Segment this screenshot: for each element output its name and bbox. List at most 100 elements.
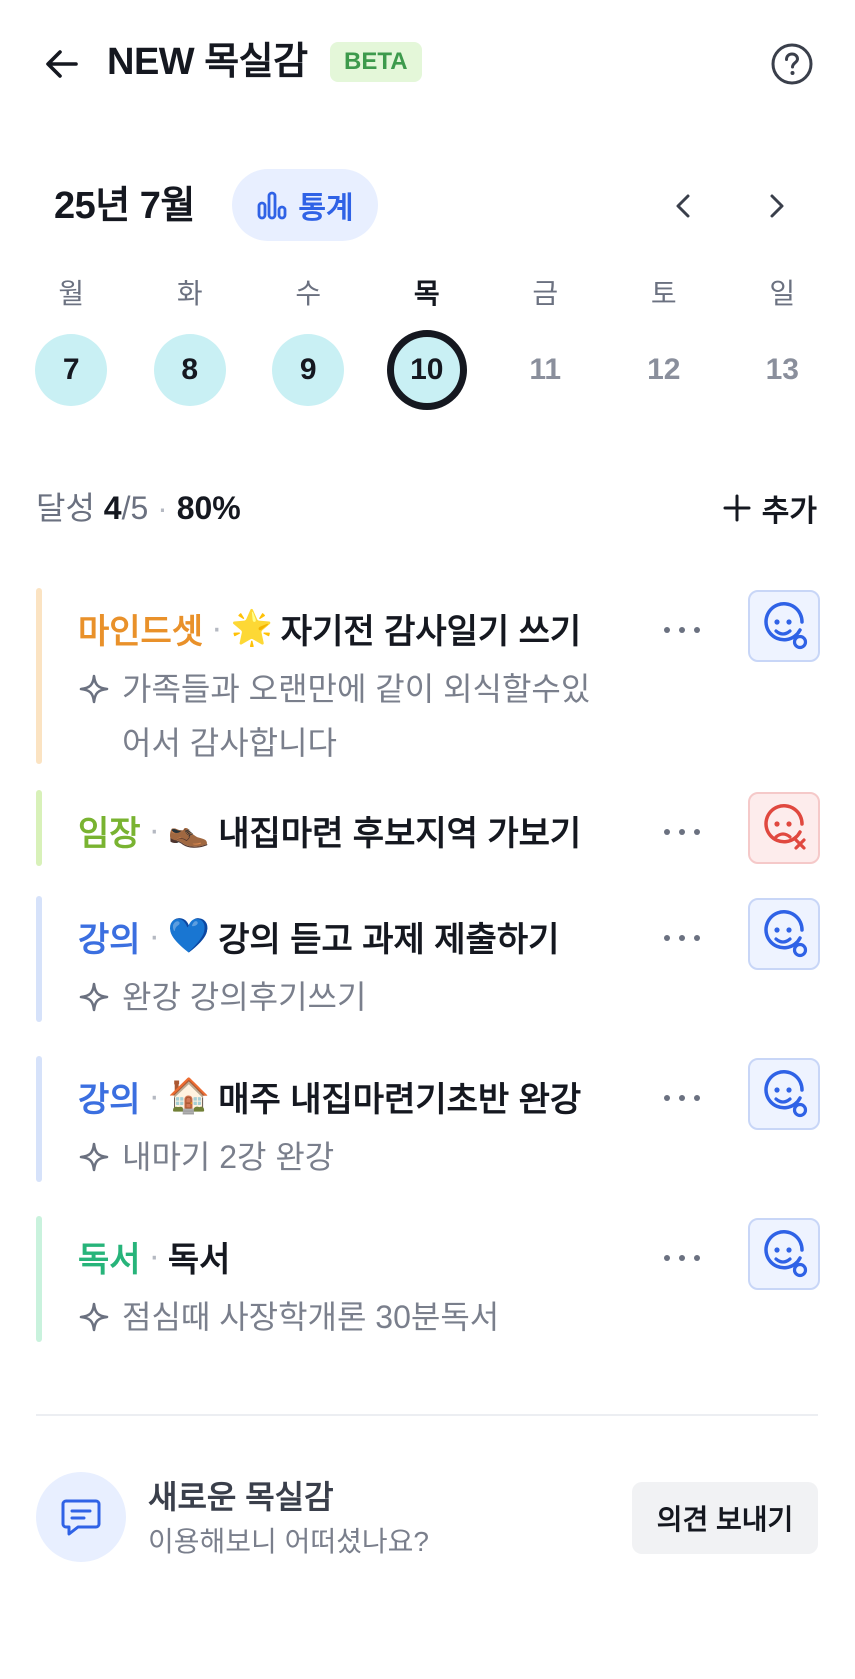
habit-category: 임장 <box>78 814 141 853</box>
weekday-row: 월 화 수 목 금 토 일 <box>12 270 842 318</box>
date-cell[interactable]: 7 <box>35 334 108 406</box>
habit-note-text: 내마기 2강 완강 <box>122 1139 335 1175</box>
habit-status-button[interactable] <box>748 792 820 864</box>
smile-check-icon <box>764 910 808 958</box>
back-button[interactable] <box>38 40 86 88</box>
habit-emoji: 🏠 <box>167 1077 211 1115</box>
habit-emoji: 💙 <box>167 917 211 955</box>
weekday-label: 일 <box>769 278 796 309</box>
separator-dot: · <box>148 916 160 955</box>
habit-item[interactable]: 마인드셋 · 🌟 자기전 감사일기 쓰기 가족들과 오랜만에 같이 외식할수있어서 감… <box>36 588 820 764</box>
feedback-icon-circle <box>36 1472 126 1562</box>
more-horizontal-icon <box>664 627 700 633</box>
date-row: 7 8 9 10 11 12 13 <box>12 330 842 410</box>
habit-note-text: 가족들과 오랜만에 같이 외식할수있어서 감사합니다 <box>122 671 591 761</box>
smile-check-icon <box>764 1230 808 1278</box>
habit-note: 점심때 사장학개론 30분독서 <box>78 1290 618 1344</box>
habit-category: 마인드셋 <box>78 612 204 651</box>
habit-note: 내마기 2강 완강 <box>78 1130 618 1184</box>
habit-color-bar <box>36 588 42 764</box>
achievement-summary: 달성 4/5 · 80% <box>36 488 241 528</box>
habit-color-bar <box>36 1216 42 1342</box>
habit-status-button[interactable] <box>748 1058 820 1130</box>
feedback-subtitle: 이용해보니 어떠셨나요? <box>148 1526 429 1557</box>
habit-status-button[interactable] <box>748 590 820 662</box>
habit-color-bar <box>36 1056 42 1182</box>
habit-emoji: 🌟 <box>230 609 273 647</box>
habit-item[interactable]: 강의 · 💙 강의 듣고 과제 제출하기 완강 강의후기쓰기 <box>36 896 820 1024</box>
date-cell[interactable]: 9 <box>272 334 345 406</box>
habit-note: 가족들과 오랜만에 같이 외식할수있어서 감사합니다 <box>78 662 618 770</box>
achievement-total: 5 <box>130 490 149 526</box>
achievement-label: 달성 <box>36 490 95 526</box>
separator-dot: · <box>148 1076 160 1115</box>
chevron-left-icon <box>676 194 690 218</box>
habit-status-button[interactable] <box>748 1218 820 1290</box>
habit-note-text: 점심때 사장학개론 30분독서 <box>122 1299 500 1335</box>
bar-chart-icon <box>257 191 287 220</box>
habit-note: 완강 강의후기쓰기 <box>78 970 618 1024</box>
stats-button[interactable]: 통계 <box>232 169 378 241</box>
habit-header: 마인드셋 · 🌟 자기전 감사일기 쓰기 <box>78 604 581 652</box>
separator-dot: · <box>211 608 223 647</box>
habit-category: 강의 <box>78 920 141 959</box>
next-week-button[interactable] <box>752 182 800 230</box>
sparkle-icon <box>78 1290 122 1344</box>
habit-item[interactable]: 강의 · 🏠 매주 내집마련기초반 완강 내마기 2강 완강 <box>36 1056 820 1184</box>
prev-week-button[interactable] <box>660 182 708 230</box>
send-feedback-button[interactable]: 의견 보내기 <box>632 1482 818 1554</box>
achievement-dot: · <box>157 490 168 526</box>
habit-title: 강의 듣고 과제 제출하기 <box>218 920 560 959</box>
question-circle-icon <box>771 43 813 85</box>
date-cell[interactable]: 13 <box>746 334 818 406</box>
sparkle-icon <box>78 662 122 716</box>
stats-label: 통계 <box>298 192 354 225</box>
add-habit-button[interactable]: 추가 <box>722 484 817 532</box>
plus-icon <box>723 494 751 522</box>
weekday-label-active: 목 <box>413 278 440 309</box>
more-options-button[interactable] <box>658 1234 706 1282</box>
weekday-label: 수 <box>295 278 322 309</box>
more-horizontal-icon <box>664 1095 700 1101</box>
date-cell-today[interactable]: 10 <box>386 330 467 410</box>
habit-category: 강의 <box>78 1080 141 1119</box>
help-button[interactable] <box>768 40 816 88</box>
arrow-left-icon <box>46 50 78 78</box>
more-options-button[interactable] <box>658 914 706 962</box>
more-horizontal-icon <box>664 829 700 835</box>
more-horizontal-icon <box>664 1255 700 1261</box>
achievement-percent: 80% <box>176 490 241 526</box>
habit-status-button[interactable] <box>748 898 820 970</box>
page-title: NEW 목실감 <box>107 41 308 83</box>
week-strip: 월 화 수 목 금 토 일 7 8 9 10 11 12 13 <box>12 270 842 410</box>
app-header: NEW 목실감 BETA <box>0 0 855 124</box>
separator-dot: · <box>148 810 160 849</box>
habit-emoji: 👞 <box>167 811 211 849</box>
more-horizontal-icon <box>664 935 700 941</box>
habit-title: 매주 내집마련기초반 완강 <box>218 1080 582 1119</box>
habit-color-bar <box>36 790 42 866</box>
habit-item[interactable]: 독서 · 독서 점심때 사장학개론 30분독서 <box>36 1216 820 1344</box>
habit-category: 독서 <box>78 1240 141 1279</box>
habit-note-text: 완강 강의후기쓰기 <box>122 979 367 1015</box>
achievement-done: 4 <box>103 490 122 526</box>
more-options-button[interactable] <box>658 606 706 654</box>
more-options-button[interactable] <box>658 1074 706 1122</box>
habit-title: 자기전 감사일기 쓰기 <box>280 612 582 651</box>
date-cell[interactable]: 8 <box>153 334 226 406</box>
date-cell[interactable]: 12 <box>628 334 700 406</box>
frown-x-icon <box>764 804 806 850</box>
smile-check-icon <box>764 1070 808 1118</box>
sparkle-icon <box>78 1130 122 1184</box>
sparkle-icon <box>78 970 122 1024</box>
feedback-title: 새로운 목실감 <box>148 1479 334 1515</box>
habit-item[interactable]: 임장 · 👞 내집마련 후보지역 가보기 <box>36 790 820 866</box>
habit-header: 강의 · 🏠 매주 내집마련기초반 완강 <box>78 1072 581 1120</box>
chat-bubble-icon <box>61 1499 101 1536</box>
habit-header: 독서 · 독서 <box>78 1232 230 1280</box>
separator-dot: · <box>148 1236 160 1275</box>
date-cell[interactable]: 11 <box>509 334 581 406</box>
weekday-label: 화 <box>176 278 203 309</box>
section-divider <box>36 1414 818 1416</box>
more-options-button[interactable] <box>658 808 706 856</box>
